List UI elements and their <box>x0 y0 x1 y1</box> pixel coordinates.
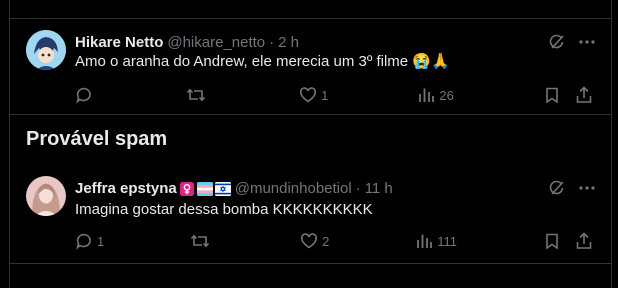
like-count: 1 <box>321 87 329 103</box>
retweet-button[interactable] <box>190 232 214 250</box>
retweet-button[interactable] <box>186 86 210 104</box>
tweet-text: Amo o aranha do Andrew, ele merecia um 3… <box>75 53 450 70</box>
like-count: 2 <box>322 233 330 249</box>
bookmark-share-group <box>543 232 595 250</box>
reply-button[interactable] <box>75 86 97 104</box>
view-count: 111 <box>437 233 458 249</box>
display-name[interactable]: Hikare Netto <box>75 34 163 52</box>
divider <box>10 263 611 264</box>
female-sign-icon <box>179 182 194 196</box>
share-button[interactable] <box>575 232 595 250</box>
heart-icon <box>300 87 317 103</box>
share-icon <box>576 86 592 103</box>
retweet-icon <box>186 88 206 102</box>
share-icon <box>576 232 592 249</box>
view-count: 26 <box>439 87 454 103</box>
bookmark-icon <box>546 87 558 104</box>
avatar[interactable] <box>26 30 66 70</box>
retweet-icon <box>191 234 210 248</box>
tweet-header: Hikare Netto @hikare_netto · 2 h <box>75 34 551 52</box>
display-name[interactable]: Jeffra epstyna <box>75 180 177 198</box>
timeline-column: Hikare Netto @hikare_netto · 2 h Amo o a… <box>9 0 612 288</box>
tweet-actions: 1 26 <box>75 85 595 105</box>
views-chart-icon <box>417 234 433 248</box>
reply-count: 1 <box>97 233 105 249</box>
timestamp[interactable]: 2 h <box>278 34 299 52</box>
bookmark-button[interactable] <box>543 232 563 250</box>
tweet-top-icons <box>547 178 597 198</box>
section-title: Provável spam <box>26 128 168 150</box>
separator: · <box>355 180 361 197</box>
tweet-1[interactable]: Hikare Netto @hikare_netto · 2 h Amo o a… <box>10 30 611 112</box>
heart-icon <box>301 233 318 249</box>
views-chart-icon <box>419 88 435 102</box>
reply-button[interactable]: 1 <box>75 232 104 250</box>
reply-icon <box>76 233 91 250</box>
user-handle[interactable]: @mundinhobetiol <box>235 180 352 198</box>
reply-icon <box>76 87 91 104</box>
avatar[interactable] <box>26 176 66 216</box>
tweet-text: Imagina gostar dessa bomba KKKKKKKKKK <box>75 201 373 218</box>
tweet-2[interactable]: Jeffra epstyna @mundinhobetiol · 11 h Im… <box>10 176 611 260</box>
tweet-header: Jeffra epstyna @mundinhobetiol · 11 h <box>75 180 551 198</box>
tweet-actions: 1 2 111 <box>75 231 595 251</box>
like-button[interactable]: 2 <box>300 232 329 250</box>
bookmark-share-group <box>543 86 595 104</box>
share-button[interactable] <box>575 86 595 104</box>
transgender-flag-icon <box>196 182 213 196</box>
views-button[interactable]: 26 <box>417 86 454 104</box>
bookmark-icon <box>546 233 558 250</box>
tweet-top-icons <box>547 32 597 52</box>
divider <box>10 114 611 115</box>
grok-icon[interactable] <box>547 32 567 52</box>
like-button[interactable]: 1 <box>299 86 328 104</box>
separator: · <box>269 34 275 51</box>
bookmark-button[interactable] <box>543 86 563 104</box>
more-options-icon[interactable] <box>577 178 597 198</box>
grok-icon[interactable] <box>547 178 567 198</box>
views-button[interactable]: 111 <box>415 232 457 250</box>
israel-flag-icon <box>214 182 231 196</box>
divider <box>10 18 611 19</box>
user-handle[interactable]: @hikare_netto <box>167 34 265 52</box>
timestamp[interactable]: 11 h <box>365 180 393 198</box>
more-options-icon[interactable] <box>577 32 597 52</box>
